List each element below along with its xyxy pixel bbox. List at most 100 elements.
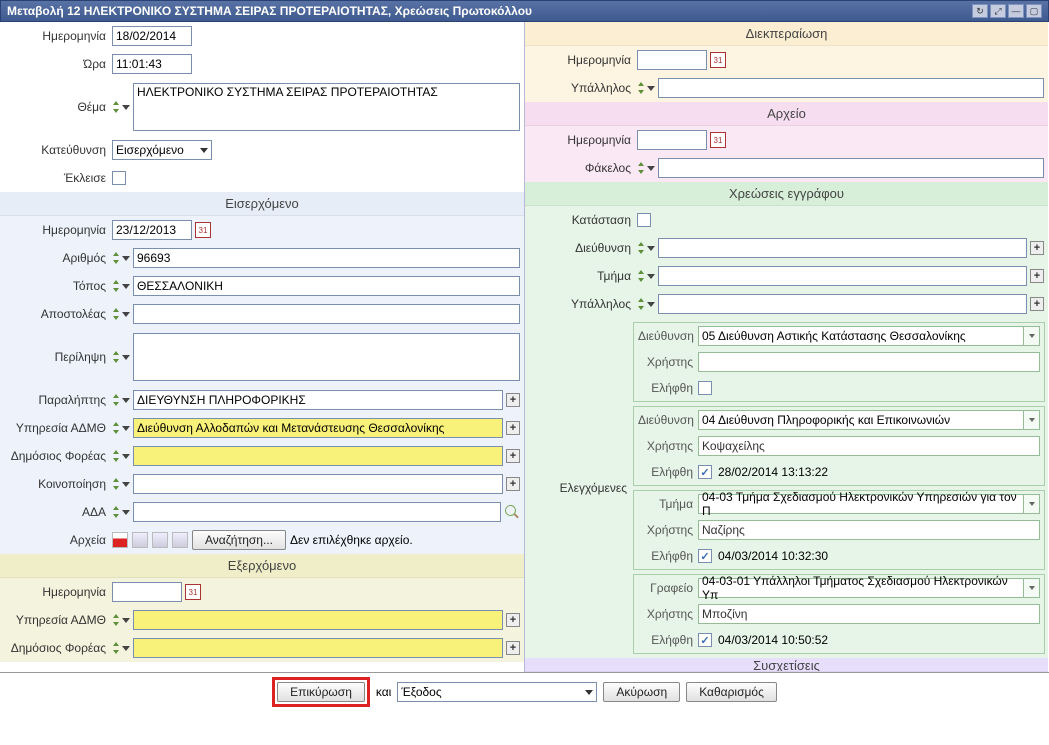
chevron-down-icon[interactable] (1024, 410, 1040, 430)
sort-icon[interactable] (112, 422, 120, 434)
arch-date-input[interactable] (637, 130, 707, 150)
add-icon[interactable] (1030, 241, 1044, 255)
subject-input[interactable]: ΗΛΕΚΤΡΟΝΙΚΟ ΣΥΣΤΗΜΑ ΣΕΙΡΑΣ ΠΡΟΤΕΡΑΙΟΤΗΤΑ… (133, 83, 520, 131)
dir-input[interactable] (658, 238, 1027, 258)
panel-f1-select[interactable]: 04 Διεύθυνση Πληροφορικής και Επικοινωνι… (698, 410, 1024, 430)
sort-icon[interactable] (637, 270, 645, 282)
place-input[interactable] (133, 276, 520, 296)
panel-received-checkbox[interactable] (698, 465, 712, 479)
chevron-down-icon[interactable] (121, 478, 131, 490)
panel-received-checkbox[interactable] (698, 549, 712, 563)
summary-input[interactable] (133, 333, 520, 381)
chevron-down-icon[interactable] (646, 270, 656, 282)
dept-input[interactable] (658, 266, 1027, 286)
chevron-down-icon[interactable] (121, 422, 131, 434)
sort-icon[interactable] (637, 82, 645, 94)
calendar-icon[interactable] (185, 584, 201, 600)
doc2-icon[interactable] (152, 532, 168, 548)
sort-icon[interactable] (637, 162, 645, 174)
add-icon[interactable] (506, 477, 520, 491)
chevron-down-icon[interactable] (1024, 494, 1040, 514)
chevron-down-icon[interactable] (121, 642, 131, 654)
doc3-icon[interactable] (172, 532, 188, 548)
notify-input[interactable] (133, 474, 503, 494)
arch-folder-input[interactable] (658, 158, 1044, 178)
search-icon[interactable] (504, 504, 520, 520)
sender-input[interactable] (133, 304, 520, 324)
sort-icon[interactable] (112, 478, 120, 490)
doc1-icon[interactable] (132, 532, 148, 548)
pin-icon[interactable]: ⤢ (990, 4, 1006, 18)
chevron-down-icon[interactable] (1024, 326, 1040, 346)
sort-icon[interactable] (112, 280, 120, 292)
chevron-down-icon[interactable] (121, 101, 131, 113)
state-checkbox[interactable] (637, 213, 651, 227)
admth-input[interactable] (133, 418, 503, 438)
sort-icon[interactable] (637, 298, 645, 310)
sort-icon[interactable] (112, 506, 120, 518)
panel-f1-select[interactable]: 04-03 Τμήμα Σχεδιασμού Ηλεκτρονικών Υπηρ… (698, 494, 1024, 514)
out-date-input[interactable] (112, 582, 182, 602)
chevron-down-icon[interactable] (646, 298, 656, 310)
sort-icon[interactable] (112, 252, 120, 264)
inc-date-input[interactable] (112, 220, 192, 240)
chevron-down-icon[interactable] (646, 162, 656, 174)
panel-f2-value: Ναζίρης (698, 520, 1040, 540)
direction-select[interactable]: Εισερχόμενο (112, 140, 212, 160)
minimize-icon[interactable]: — (1008, 4, 1024, 18)
add-icon[interactable] (506, 449, 520, 463)
add-icon[interactable] (1030, 269, 1044, 283)
date-input[interactable] (112, 26, 192, 46)
closed-checkbox[interactable] (112, 171, 126, 185)
out-admth-input[interactable] (133, 610, 503, 630)
sort-icon[interactable] (637, 242, 645, 254)
calendar-icon[interactable] (710, 52, 726, 68)
panel-received-checkbox[interactable] (698, 633, 712, 647)
chevron-down-icon[interactable] (121, 506, 131, 518)
panel-f1-select[interactable]: 04-03-01 Υπάλληλοι Τμήματος Σχεδιασμού Η… (698, 578, 1024, 598)
sort-icon[interactable] (112, 308, 120, 320)
disp-emp-input[interactable] (658, 78, 1044, 98)
exit-select[interactable]: Έξοδος (397, 682, 597, 702)
chevron-down-icon[interactable] (1024, 578, 1040, 598)
close-icon[interactable]: ▢ (1026, 4, 1042, 18)
panel-f1-select[interactable]: 05 Διεύθυνση Αστικής Κατάστασης Θεσσαλον… (698, 326, 1024, 346)
chevron-down-icon[interactable] (646, 242, 656, 254)
pdf-icon[interactable] (112, 532, 128, 548)
chevron-down-icon[interactable] (121, 280, 131, 292)
sort-icon[interactable] (112, 614, 120, 626)
sort-icon[interactable] (112, 394, 120, 406)
browse-button[interactable]: Αναζήτηση... (192, 530, 286, 550)
calendar-icon[interactable] (195, 222, 211, 238)
chevron-down-icon[interactable] (121, 394, 131, 406)
chevron-down-icon[interactable] (121, 450, 131, 462)
chevron-down-icon[interactable] (646, 82, 656, 94)
panel-received-checkbox[interactable] (698, 381, 712, 395)
cancel-button[interactable]: Ακύρωση (603, 682, 680, 702)
add-icon[interactable] (506, 613, 520, 627)
add-icon[interactable] (506, 641, 520, 655)
sort-icon[interactable] (112, 351, 120, 363)
add-icon[interactable] (506, 393, 520, 407)
add-icon[interactable] (506, 421, 520, 435)
refresh-icon[interactable]: ↻ (972, 4, 988, 18)
chevron-down-icon[interactable] (121, 351, 131, 363)
emp-input[interactable] (658, 294, 1027, 314)
sort-icon[interactable] (112, 450, 120, 462)
clear-button[interactable]: Καθαρισμός (686, 682, 777, 702)
time-input[interactable] (112, 54, 192, 74)
out-public-input[interactable] (133, 638, 503, 658)
disp-date-input[interactable] (637, 50, 707, 70)
chevron-down-icon[interactable] (121, 308, 131, 320)
confirm-button[interactable]: Επικύρωση (277, 682, 365, 702)
num-input[interactable] (133, 248, 520, 268)
calendar-icon[interactable] (710, 132, 726, 148)
chevron-down-icon[interactable] (121, 252, 131, 264)
sort-icon[interactable] (112, 101, 120, 113)
recipient-input[interactable] (133, 390, 503, 410)
add-icon[interactable] (1030, 297, 1044, 311)
public-input[interactable] (133, 446, 503, 466)
chevron-down-icon[interactable] (121, 614, 131, 626)
ada-input[interactable] (133, 502, 501, 522)
sort-icon[interactable] (112, 642, 120, 654)
